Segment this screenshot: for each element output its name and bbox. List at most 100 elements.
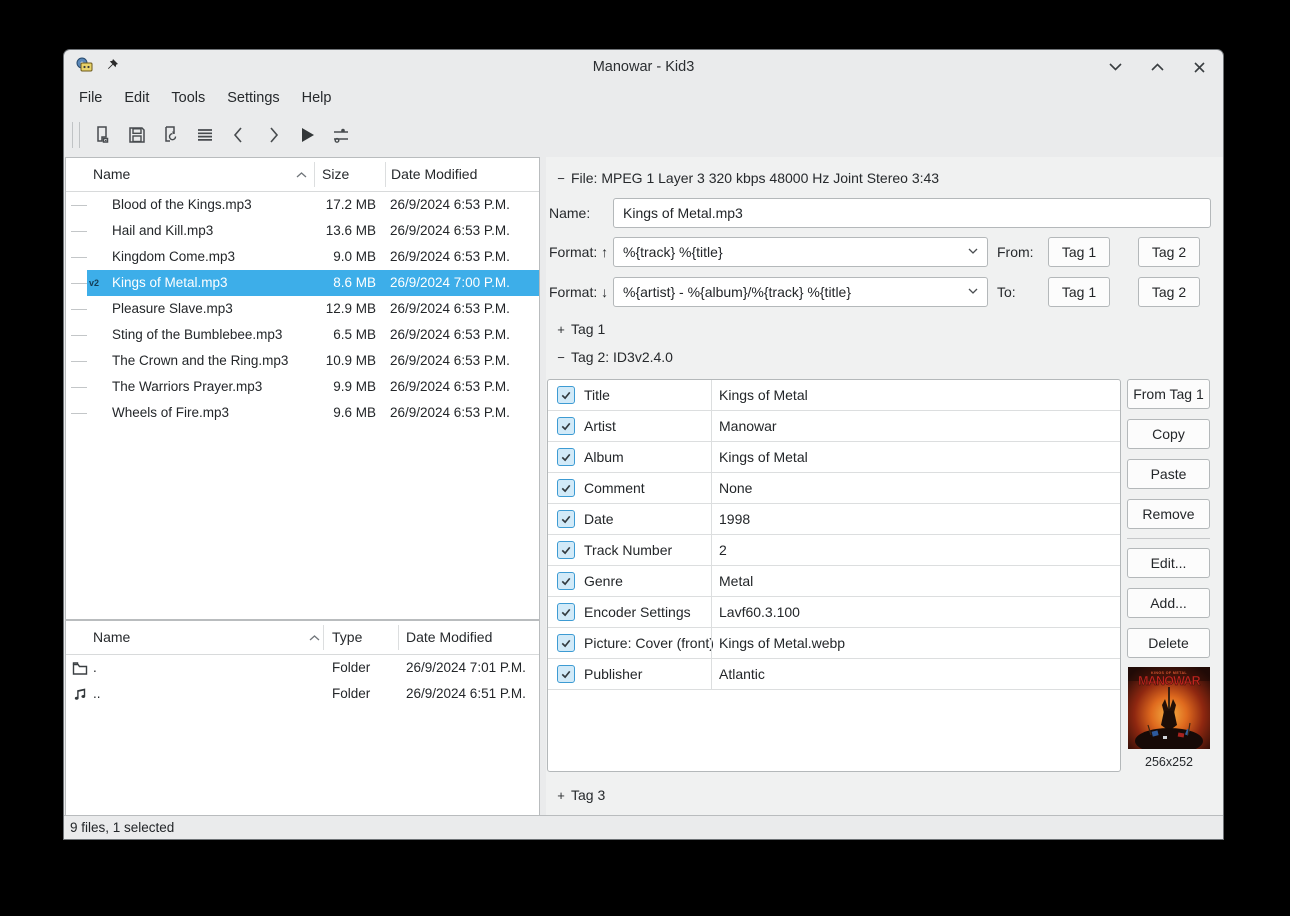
file-row[interactable]: The Crown and the Ring.mp310.9 MB26/9/20… bbox=[66, 348, 539, 374]
file-section-toggle[interactable]: − bbox=[554, 170, 568, 187]
file-row[interactable]: Pleasure Slave.mp312.9 MB26/9/2024 6:53 … bbox=[66, 296, 539, 322]
tag-frame-row[interactable]: Date1998 bbox=[548, 504, 1120, 535]
format-from-filename-combobox[interactable]: %{track} %{title} bbox=[613, 237, 988, 267]
frame-checkbox[interactable] bbox=[557, 634, 575, 652]
tag-frame-row[interactable]: Publisher Atlantic bbox=[548, 659, 1120, 690]
frame-value[interactable]: Atlantic bbox=[719, 659, 1120, 689]
frame-checkbox[interactable] bbox=[557, 510, 575, 528]
file-name: Kings of Metal.mp3 bbox=[112, 270, 228, 296]
tag2-section-toggle[interactable]: − bbox=[554, 349, 568, 366]
titlebar[interactable]: Manowar - Kid3 bbox=[64, 50, 1223, 84]
frame-value[interactable]: Kings of Metal bbox=[719, 380, 1120, 410]
remove-button[interactable]: Remove bbox=[1127, 499, 1210, 529]
folder-name: . bbox=[93, 655, 97, 681]
frame-value[interactable]: 2 bbox=[719, 535, 1120, 565]
file-row[interactable]: Hail and Kill.mp313.6 MB26/9/2024 6:53 P… bbox=[66, 218, 539, 244]
play-icon[interactable] bbox=[290, 119, 324, 151]
frame-checkbox[interactable] bbox=[557, 541, 575, 559]
previous-file-icon[interactable] bbox=[222, 119, 256, 151]
format-to-filename-combobox[interactable]: %{artist} - %{album}/%{track} %{title} bbox=[613, 277, 988, 307]
file-section-header: File: MPEG 1 Layer 3 320 kbps 48000 Hz J… bbox=[571, 170, 939, 187]
tag-frame-row[interactable]: Picture: Cover (front)Kings of Metal.web… bbox=[548, 628, 1120, 659]
frame-checkbox[interactable] bbox=[557, 603, 575, 621]
file-col-date[interactable]: Date Modified bbox=[391, 158, 477, 191]
tag3-section-toggle[interactable]: + bbox=[554, 787, 568, 804]
from-tag2-button[interactable]: Tag 2 bbox=[1138, 237, 1200, 267]
frame-value[interactable]: Lavf60.3.100 bbox=[719, 597, 1120, 627]
from-tag1-button[interactable]: Tag 1 bbox=[1048, 237, 1110, 267]
file-row[interactable]: v2Kings of Metal.mp38.6 MB26/9/2024 7:00… bbox=[66, 270, 539, 296]
filename-input[interactable]: Kings of Metal.mp3 bbox=[613, 198, 1211, 228]
tag-frame-row[interactable]: Encoder SettingsLavf60.3.100 bbox=[548, 597, 1120, 628]
frame-value[interactable]: 1998 bbox=[719, 504, 1120, 534]
tag1-section-toggle[interactable]: + bbox=[554, 321, 568, 338]
delete-button[interactable]: Delete bbox=[1127, 628, 1210, 658]
edit-button[interactable]: Edit... bbox=[1127, 548, 1210, 578]
file-col-size[interactable]: Size bbox=[322, 158, 349, 191]
minimize-icon[interactable] bbox=[1105, 57, 1125, 77]
file-size: 6.5 MB bbox=[333, 322, 376, 348]
to-tag1-button[interactable]: Tag 1 bbox=[1048, 277, 1110, 307]
tag-frame-row[interactable]: TitleKings of Metal bbox=[548, 380, 1120, 411]
to-tag2-button[interactable]: Tag 2 bbox=[1138, 277, 1200, 307]
tag-frame-row[interactable]: ArtistManowar bbox=[548, 411, 1120, 442]
frame-value[interactable]: Kings of Metal bbox=[719, 442, 1120, 472]
tag-frame-row[interactable]: Track Number2 bbox=[548, 535, 1120, 566]
playlist-icon[interactable] bbox=[188, 119, 222, 151]
folder-date: 26/9/2024 7:01 P.M. bbox=[406, 655, 526, 681]
save-icon[interactable] bbox=[120, 119, 154, 151]
file-row[interactable]: Blood of the Kings.mp317.2 MB26/9/2024 6… bbox=[66, 192, 539, 218]
frame-checkbox[interactable] bbox=[557, 448, 575, 466]
file-row[interactable]: The Warriors Prayer.mp39.9 MB26/9/2024 6… bbox=[66, 374, 539, 400]
chevron-down-icon bbox=[968, 288, 978, 294]
folder-col-type[interactable]: Type bbox=[332, 621, 362, 654]
album-art-dimensions: 256x252 bbox=[1122, 755, 1216, 769]
tag2-section-header: Tag 2: ID3v2.4.0 bbox=[571, 349, 673, 366]
tag-frame-row[interactable]: GenreMetal bbox=[548, 566, 1120, 597]
menu-item-edit[interactable]: Edit bbox=[113, 84, 160, 112]
settings-slider-icon[interactable] bbox=[324, 119, 358, 151]
menu-item-file[interactable]: File bbox=[68, 84, 113, 112]
frame-label: Publisher bbox=[584, 659, 642, 689]
toolbar-drag-handle[interactable] bbox=[72, 122, 80, 148]
folder-row[interactable]: ..Folder26/9/2024 6:51 P.M. bbox=[66, 681, 539, 707]
from-tag1-copy-button[interactable]: From Tag 1 bbox=[1127, 379, 1210, 409]
tag2-frame-table: TitleKings of MetalArtistManowarAlbum Kin… bbox=[547, 379, 1121, 772]
frame-checkbox[interactable] bbox=[557, 417, 575, 435]
tag-frame-row[interactable]: CommentNone bbox=[548, 473, 1120, 504]
frame-value[interactable]: None bbox=[719, 473, 1120, 503]
menu-item-tools[interactable]: Tools bbox=[160, 84, 216, 112]
file-row[interactable]: Sting of the Bumblebee.mp36.5 MB26/9/202… bbox=[66, 322, 539, 348]
frame-label: Album bbox=[584, 442, 624, 472]
tag-frame-row[interactable]: Album Kings of Metal bbox=[548, 442, 1120, 473]
folder-col-date[interactable]: Date Modified bbox=[406, 621, 492, 654]
folder-col-name[interactable]: Name bbox=[93, 621, 130, 654]
file-col-name[interactable]: Name bbox=[93, 158, 130, 191]
file-name: The Crown and the Ring.mp3 bbox=[112, 348, 288, 374]
frame-value[interactable]: Metal bbox=[719, 566, 1120, 596]
add-button[interactable]: Add... bbox=[1127, 588, 1210, 618]
format-down-label: Format: ↓ bbox=[549, 277, 608, 307]
frame-value[interactable]: Kings of Metal.webp bbox=[719, 628, 1120, 658]
folder-row[interactable]: . Folder 26/9/2024 7:01 P.M. bbox=[66, 655, 539, 681]
frame-checkbox[interactable] bbox=[557, 665, 575, 683]
maximize-icon[interactable] bbox=[1147, 57, 1167, 77]
from-label: From: bbox=[997, 237, 1034, 267]
revert-icon[interactable] bbox=[154, 119, 188, 151]
next-file-icon[interactable] bbox=[256, 119, 290, 151]
frame-checkbox[interactable] bbox=[557, 572, 575, 590]
menu-item-help[interactable]: Help bbox=[291, 84, 343, 112]
file-size: 8.6 MB bbox=[333, 270, 376, 296]
paste-button[interactable]: Paste bbox=[1127, 459, 1210, 489]
frame-value[interactable]: Manowar bbox=[719, 411, 1120, 441]
copy-button[interactable]: Copy bbox=[1127, 419, 1210, 449]
file-date: 26/9/2024 6:53 P.M. bbox=[390, 218, 510, 244]
folder-type: Folder bbox=[332, 655, 370, 681]
file-row[interactable]: Kingdom Come.mp39.0 MB26/9/2024 6:53 P.M… bbox=[66, 244, 539, 270]
open-file-icon[interactable] bbox=[86, 119, 120, 151]
file-row[interactable]: Wheels of Fire.mp39.6 MB26/9/2024 6:53 P… bbox=[66, 400, 539, 426]
frame-checkbox[interactable] bbox=[557, 386, 575, 404]
close-icon[interactable] bbox=[1189, 57, 1209, 77]
frame-checkbox[interactable] bbox=[557, 479, 575, 497]
menu-item-settings[interactable]: Settings bbox=[216, 84, 290, 112]
